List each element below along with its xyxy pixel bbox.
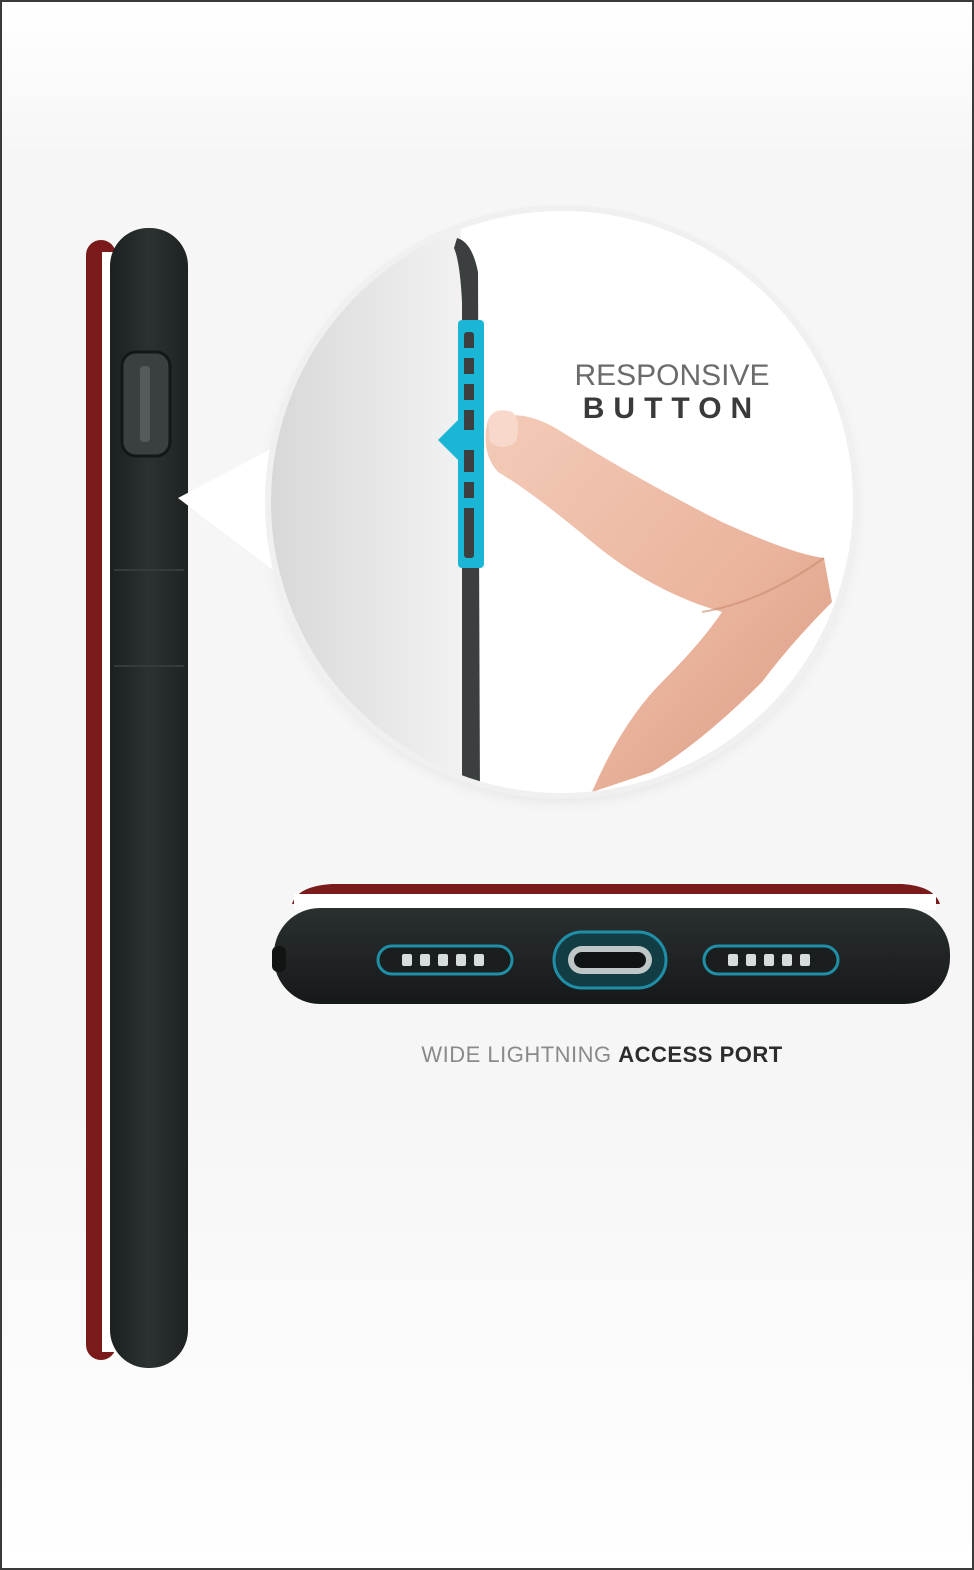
product-image: RESPONSIVE BUTTON WIDE LIGHTNING ACCESS … bbox=[0, 0, 974, 1570]
caption-line-responsive: RESPONSIVE bbox=[574, 359, 770, 392]
phone-side-view bbox=[86, 228, 188, 1368]
product-illustration bbox=[86, 205, 950, 1368]
phone-bottom-view bbox=[272, 884, 950, 1004]
access-port-caption-light: WIDE LIGHTNING bbox=[421, 1042, 619, 1067]
access-port-caption: WIDE LIGHTNING ACCESS PORT bbox=[382, 1042, 822, 1068]
zoom-callout bbox=[178, 205, 859, 802]
access-port-caption-bold: ACCESS PORT bbox=[618, 1042, 783, 1067]
caption-line-button: BUTTON bbox=[582, 392, 762, 425]
responsive-button-caption: RESPONSIVE BUTTON bbox=[562, 360, 782, 426]
